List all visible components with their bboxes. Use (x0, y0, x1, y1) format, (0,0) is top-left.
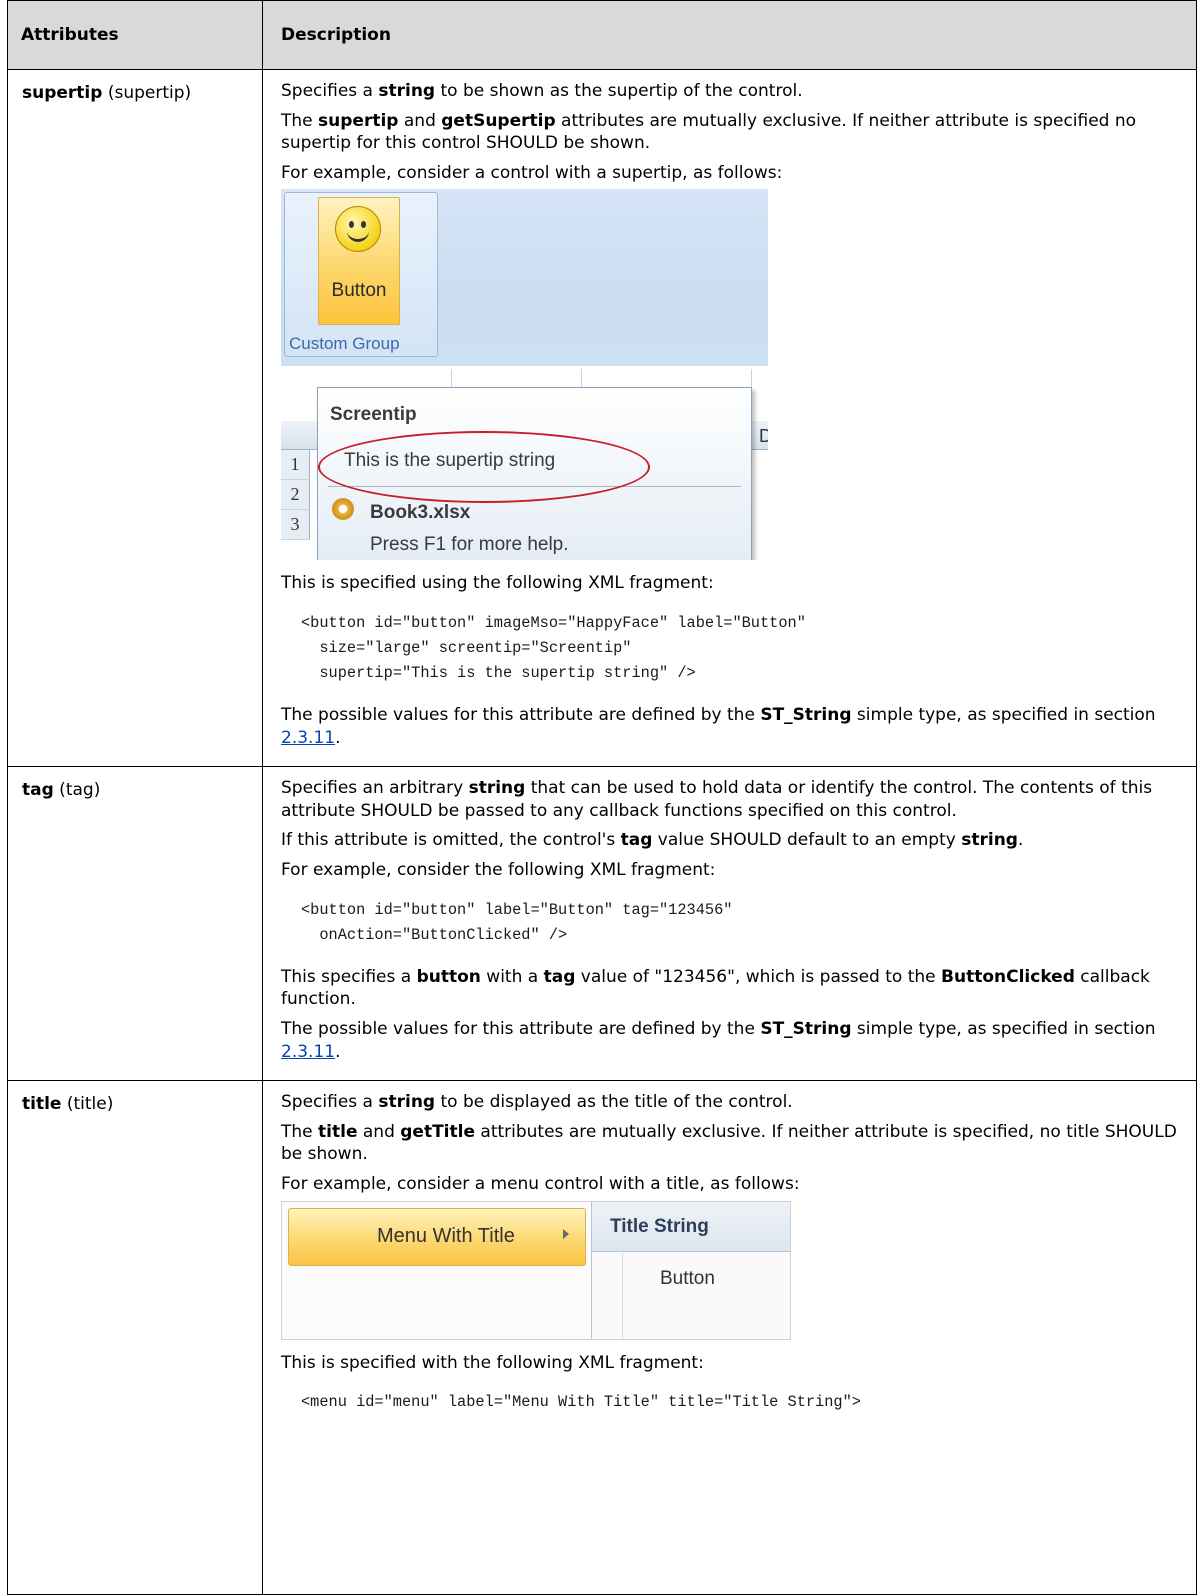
submenu-button-label: Button (660, 1267, 715, 1289)
table-row: supertip (supertip) Specifies a string t… (7, 68, 1197, 768)
code-block: <button id="button" imageMso="HappyFace"… (301, 614, 806, 683)
row-number: 2 (281, 480, 310, 511)
row-number: 3 (281, 510, 310, 541)
attribute-name: title (22, 1094, 62, 1115)
button-label: Button (331, 280, 387, 302)
menu-title: Title String (592, 1201, 790, 1252)
paragraph: This is specified using the following XM… (281, 573, 714, 594)
attribute-alias: (tag) (53, 780, 101, 801)
supertip-screenshot: Button Custom Group 1 2 3 D Screentip Th… (281, 189, 768, 561)
table-header-row: Attributes Description (7, 0, 1197, 70)
attribute-description-cell: Specifies a string to be shown as the su… (262, 68, 1197, 768)
submenu-arrow-icon (563, 1228, 569, 1239)
ribbon-button: Button (318, 197, 400, 326)
menu-title-screenshot: Menu With Title Title String Button (281, 1200, 791, 1340)
menu-label: Menu With Title (377, 1224, 515, 1247)
paragraph: The possible values for this attribute a… (281, 705, 1156, 748)
attribute-description-cell: Specifies a string to be displayed as th… (262, 1080, 1197, 1595)
paragraph: Specifies a string to be displayed as th… (281, 1092, 793, 1113)
happy-face-icon (335, 206, 381, 253)
menu-item: Menu With Title (288, 1207, 586, 1266)
header-attributes: Attributes (7, 0, 263, 70)
header-description: Description (262, 0, 1197, 70)
attribute-name: tag (22, 780, 54, 801)
paragraph: If this attribute is omitted, the contro… (281, 830, 1024, 851)
attribute-name: supertip (22, 83, 103, 103)
attribute-alias: (title) (61, 1094, 114, 1115)
ribbon-background: Button Custom Group (281, 189, 768, 367)
paragraph: For example, consider the following XML … (281, 860, 716, 881)
paragraph: Specifies an arbitrary string that can b… (281, 778, 1153, 821)
help-text: Press F1 for more help. (370, 534, 569, 556)
attribute-name-cell: tag (tag) (7, 766, 263, 1082)
group-label: Custom Group (289, 334, 400, 354)
attribute-alias: (supertip) (102, 83, 192, 103)
code-block: <button id="button" label="Button" tag="… (301, 900, 733, 944)
highlight-ellipse (318, 431, 650, 504)
attribute-name-cell: supertip (supertip) (7, 68, 263, 768)
paragraph: The possible values for this attribute a… (281, 1018, 1156, 1062)
paragraph: For example, consider a control with a s… (281, 162, 783, 183)
column-letter: D (759, 426, 768, 447)
paragraph: This specifies a button with a tag value… (281, 966, 1150, 1010)
screentip-title: Screentip (330, 404, 417, 426)
row-number: 1 (281, 450, 310, 481)
paragraph: This is specified with the following XML… (281, 1352, 704, 1373)
code-block: <menu id="menu" label="Menu With Title" … (301, 1393, 861, 1412)
file-name: Book3.xlsx (370, 502, 471, 524)
attribute-name-cell: title (title) (7, 1080, 263, 1595)
paragraph: For example, consider a menu control wit… (281, 1173, 800, 1194)
attributes-table: Attributes Description supertip (superti… (7, 0, 1197, 1595)
table-row: tag (tag) Specifies an arbitrary string … (7, 766, 1197, 1082)
table-row: title (title) Specifies a string to be d… (7, 1080, 1197, 1595)
section-link[interactable]: 2.3.11 (281, 728, 335, 748)
paragraph: The title and getTitle attributes are mu… (281, 1121, 1177, 1165)
addin-icon (332, 498, 354, 521)
attribute-description-cell: Specifies an arbitrary string that can b… (262, 766, 1197, 1082)
ribbon-group: Button Custom Group (284, 192, 438, 358)
paragraph: Specifies a string to be shown as the su… (281, 81, 803, 101)
submenu-panel: Title String Button (591, 1201, 790, 1339)
paragraph: The supertip and getSupertip attributes … (281, 110, 1137, 154)
section-link[interactable]: 2.3.11 (281, 1042, 335, 1062)
